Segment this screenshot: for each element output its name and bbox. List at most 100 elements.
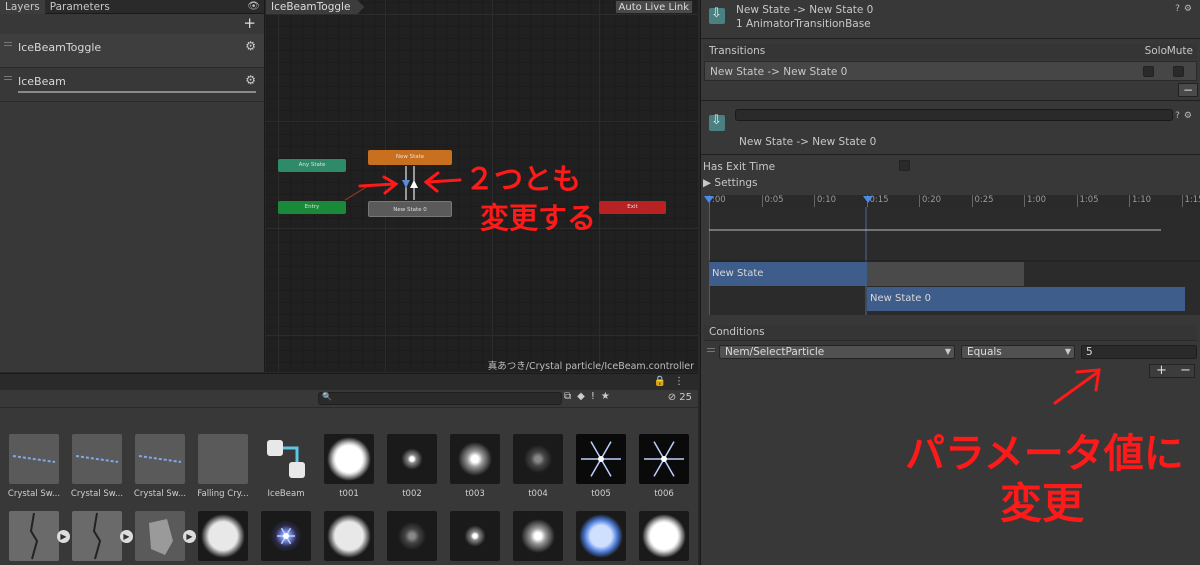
asset-thumbnail [639,434,689,484]
asset-thumbnail [261,434,311,484]
timeline-bar-overlap [867,262,1024,286]
asset-item[interactable]: IceBeam [256,434,316,499]
gear-icon[interactable]: ⚙ [245,39,256,53]
asset-item[interactable]: t003 [445,434,505,499]
lock-icon[interactable]: 🔒 [654,376,674,387]
asset-item[interactable]: t006 [634,434,694,499]
timeline-end-marker-icon[interactable] [861,195,875,205]
warning-icon[interactable]: ! [591,391,601,402]
favorite-star-icon[interactable]: ★ [601,391,616,402]
solo-label: Solo [1144,45,1167,57]
remove-transition-button[interactable]: − [1178,83,1198,97]
mute-label: Mute [1166,45,1193,57]
asset-thumbnail [513,511,563,561]
inspector-subtitle: 1 AnimatorTransitionBase [736,18,871,30]
asset-thumbnail [450,511,500,561]
asset-item[interactable]: t004 [508,434,568,499]
rock-mesh-icon [149,519,173,555]
asset-item[interactable]: t001 [319,434,379,499]
layer-name: IceBeamToggle [18,41,102,54]
asset-name: Crystal Sw... [7,489,61,499]
hidden-eye-icon[interactable]: ⊘ [668,392,676,403]
animator-graph[interactable]: IceBeamToggle Auto Live Link Any State E… [266,0,698,372]
gear-icon[interactable]: ⚙ [245,73,256,87]
timeline-tick-label: 1:05 [1076,195,1099,207]
asset-item[interactable] [193,511,253,561]
transition-timeline[interactable]: New State New State 0 [709,207,1200,315]
asset-item[interactable]: t002 [382,434,442,499]
settings-icon[interactable]: ⚙ [1184,111,1196,121]
asset-name: Crystal Sw... [133,489,187,499]
asset-thumbnail [576,511,626,561]
transition-name: New State -> New State 0 [739,136,877,148]
tab-parameters[interactable]: Parameters [45,0,115,14]
condition-add-remove: + − [1149,364,1195,378]
asset-thumbnail [261,511,311,561]
add-condition-button[interactable]: + [1156,364,1167,377]
asset-item[interactable] [256,511,316,561]
asset-item[interactable] [508,511,568,561]
drag-handle-icon[interactable] [4,76,12,80]
condition-value-field[interactable]: 5 [1081,345,1197,359]
asset-thumbnail [576,434,626,484]
layer-weight-bar[interactable] [18,91,256,93]
help-icon[interactable]: ? [1175,4,1184,14]
timeline-bar-new-state-0[interactable]: New State 0 [867,287,1185,311]
project-panel: 🔒⋮ 🔍 ⧉◆!★ ⊘ 25 Crystal Sw... Crystal Sw..… [0,373,698,565]
settings-label: Settings [714,177,758,189]
help-icon[interactable]: ? [1175,111,1184,121]
add-layer-button[interactable]: + [243,14,256,32]
asset-item[interactable] [571,511,631,561]
asset-item[interactable] [382,511,442,561]
asset-item[interactable]: Crystal Sw... [67,434,127,499]
drag-handle-icon[interactable] [707,348,715,352]
has-exit-time-checkbox[interactable] [899,160,910,171]
asset-name: IceBeam [267,489,305,499]
search-input[interactable]: 🔍 [318,392,562,405]
mute-checkbox[interactable] [1173,66,1184,77]
transition-name-field[interactable] [735,109,1173,121]
asset-item[interactable]: Falling Cry... [193,434,253,499]
hidden-count: 25 [679,392,692,403]
asset-item[interactable] [634,511,694,561]
asset-item[interactable]: ▶ [130,511,196,561]
condition-mode-dropdown[interactable]: Equals ▼ [961,345,1075,359]
chevron-down-icon: ▼ [944,347,951,356]
asset-item[interactable]: Crystal Sw... [130,434,190,499]
timeline-tick-label: 0:10 [814,195,836,207]
asset-item[interactable]: ▶ [4,511,70,561]
transitions-label: Transitions [709,45,766,57]
layer-item-icebeamtoggle[interactable]: IceBeamToggle ⚙ [0,34,264,68]
timeline-start-marker-icon[interactable] [703,193,717,205]
label-tag-icon[interactable]: ◆ [577,391,591,402]
has-exit-time-label: Has Exit Time [703,161,776,173]
transition-list-item[interactable]: New State -> New State 0 [704,61,1197,81]
layer-item-icebeam[interactable]: IceBeam ⚙ [0,68,264,102]
asset-name: t002 [402,489,422,499]
timeline-tick-label: 0:05 [761,195,784,207]
condition-parameter-dropdown[interactable]: Nem/SelectParticle ▼ [719,345,955,359]
settings-icon[interactable]: ⚙ [1184,4,1196,14]
layer-name: IceBeam [18,75,66,88]
tab-layers[interactable]: Layers [0,0,45,14]
eye-icon[interactable]: 👁 [247,1,260,12]
asset-thumbnail [198,511,248,561]
snowflake-texture-icon [581,441,621,477]
conditions-header: Conditions [704,325,1197,340]
drag-handle-icon[interactable] [4,42,12,46]
asset-item[interactable]: ▶ [67,511,133,561]
search-by-type-icon[interactable]: ⧉ [564,391,577,402]
stripe-texture-icon [75,455,119,463]
timeline-ruler[interactable]: :000:050:100:150:200:251:001:051:101:15 [709,195,1200,207]
asset-item[interactable]: t005 [571,434,631,499]
asset-thumbnail [387,434,437,484]
solo-checkbox[interactable] [1143,66,1154,77]
timeline-bar-new-state[interactable]: New State [709,262,867,286]
asset-item[interactable] [319,511,379,561]
remove-condition-button[interactable]: − [1180,364,1191,377]
snowflake-texture-icon [644,441,684,477]
asset-item[interactable]: Crystal Sw... [4,434,64,499]
asset-item[interactable] [445,511,505,561]
settings-foldout[interactable]: ▶ Settings [703,177,758,189]
menu-icon[interactable]: ⋮ [674,376,692,387]
